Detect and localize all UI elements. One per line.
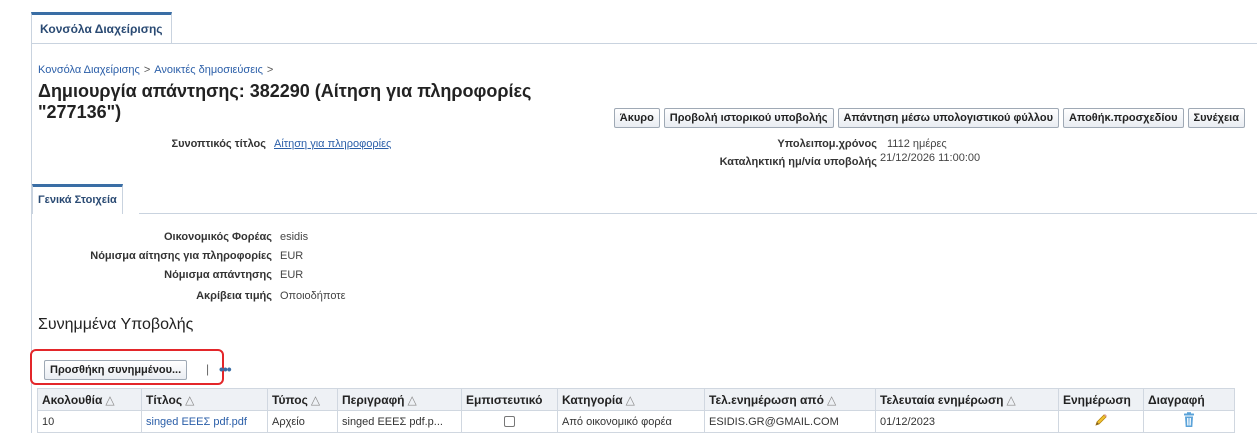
add-attachment-button[interactable]: Προσθήκη συνημμένου... — [44, 360, 188, 380]
col-type[interactable]: Τύπος △ — [267, 388, 338, 411]
table-row: 10 singed ΕΕΕΣ pdf.pdf Αρχείο singed ΕΕΕ… — [37, 410, 1235, 433]
price-precision-value: Οποιοδήποτε — [280, 290, 346, 302]
col-last-updated[interactable]: Τελευταία ενημέρωση △ — [875, 388, 1059, 411]
col-description[interactable]: Περιγραφή △ — [337, 388, 462, 411]
breadcrumb-item-open-publications[interactable]: Ανοικτές δημοσιεύσεις — [154, 64, 263, 76]
sort-icon[interactable]: △ — [311, 393, 320, 407]
price-precision-label: Ακρίβεια τιμής — [196, 290, 272, 302]
request-currency-value: EUR — [280, 250, 304, 262]
col-delete: Διαγραφή — [1143, 388, 1235, 411]
short-title-link[interactable]: Αίτηση για πληροφορίες — [274, 138, 391, 150]
cell-sequence: 10 — [37, 410, 142, 433]
tab-underline — [139, 213, 1257, 214]
col-updated-by[interactable]: Τελ.ενημέρωση από △ — [704, 388, 876, 411]
app-tab-admin-console[interactable]: Κονσόλα Διαχείρισης — [31, 12, 172, 44]
deadline-label: Καταληκτική ημ/νία υποβολής — [719, 156, 877, 168]
page-title: Δημιουργία απάντησης: 382290 (Αίτηση για… — [38, 81, 532, 122]
cell-delete — [1143, 410, 1235, 433]
spreadsheet-response-button[interactable]: Απάντηση μέσω υπολογιστικού φύλλου — [837, 108, 1060, 128]
trash-icon[interactable] — [1182, 412, 1196, 431]
col-title[interactable]: Τίτλος △ — [141, 388, 268, 411]
table-header-row: Ακολουθία △ Τίτλος △ Τύπος △ Περιγραφή △ Εμπ… — [37, 388, 1235, 411]
cell-type: Αρχείο — [267, 410, 338, 433]
attachments-section-title: Συνημμένα Υποβολής — [38, 316, 194, 333]
app-tabbar: Κονσόλα Διαχείρισης — [0, 0, 1257, 44]
cell-last-updated: 01/12/2023 — [875, 410, 1059, 433]
remaining-time-label: Υπολειπομ.χρόνος — [777, 138, 877, 150]
short-title-label: Συνοπτικός τίτλος — [171, 138, 266, 150]
more-options-icon[interactable]: ••• — [219, 361, 232, 377]
sort-icon[interactable]: △ — [105, 393, 114, 407]
attachments-table: Ακολουθία △ Τίτλος △ Τύπος △ Περιγραφή △ Εμπ… — [37, 388, 1235, 433]
breadcrumb-separator: > — [266, 64, 274, 76]
breadcrumb-item-admin-console[interactable]: Κονσόλα Διαχείρισης — [38, 64, 140, 76]
response-currency-label: Νόμισμα απάντησης — [164, 269, 272, 281]
cell-category: Από οικονομικό φορέα — [557, 410, 705, 433]
cell-confidential — [461, 410, 558, 433]
cell-updated-by: ESIDIS.GR@GMAIL.COM — [704, 410, 876, 433]
attachments-toolbar-highlight: Προσθήκη συνημμένου... — [30, 349, 224, 385]
col-update: Ενημέρωση — [1058, 388, 1144, 411]
economic-operator-value: esidis — [280, 231, 309, 243]
deadline-value: 21/12/2026 11:00:00 — [880, 152, 981, 164]
breadcrumb: Κονσόλα Διαχείρισης > Ανοικτές δημοσιεύσει… — [38, 64, 277, 76]
confidential-checkbox[interactable] — [504, 416, 515, 428]
col-sequence[interactable]: Ακολουθία △ — [37, 388, 142, 411]
save-draft-button[interactable]: Αποθήκ.προσχεδίου — [1063, 108, 1184, 128]
cell-description: singed ΕΕΕΣ pdf.p... — [337, 410, 462, 433]
col-category[interactable]: Κατηγορία △ — [557, 388, 705, 411]
sort-icon[interactable]: △ — [827, 393, 836, 407]
sort-icon[interactable]: △ — [408, 393, 417, 407]
col-confidential: Εμπιστευτικό — [461, 388, 558, 411]
sort-icon[interactable]: △ — [626, 393, 635, 407]
view-history-button[interactable]: Προβολή ιστορικού υποβολής — [663, 108, 834, 128]
continue-button[interactable]: Συνέχεια — [1187, 108, 1245, 128]
economic-operator-label: Οικονομικός Φορέας — [164, 231, 272, 243]
toolbar-divider: | — [206, 362, 210, 376]
response-currency-value: EUR — [280, 269, 304, 281]
breadcrumb-separator: > — [143, 64, 151, 76]
cancel-button[interactable]: Άκυρο — [613, 108, 660, 128]
sort-icon[interactable]: △ — [185, 393, 194, 407]
tab-general-info[interactable]: Γενικά Στοιχεία — [32, 184, 123, 214]
cell-title-link[interactable]: singed ΕΕΕΣ pdf.pdf — [141, 410, 268, 433]
sort-icon[interactable]: △ — [1007, 393, 1016, 407]
action-bar: Άκυρο Προβολή ιστορικού υποβολής Απάντησ… — [613, 108, 1245, 128]
remaining-time-value: 1112 ημέρες — [887, 138, 947, 150]
pencil-icon[interactable] — [1093, 414, 1109, 431]
request-currency-label: Νόμισμα αίτησης για πληροφορίες — [90, 250, 272, 262]
cell-update — [1058, 410, 1144, 433]
